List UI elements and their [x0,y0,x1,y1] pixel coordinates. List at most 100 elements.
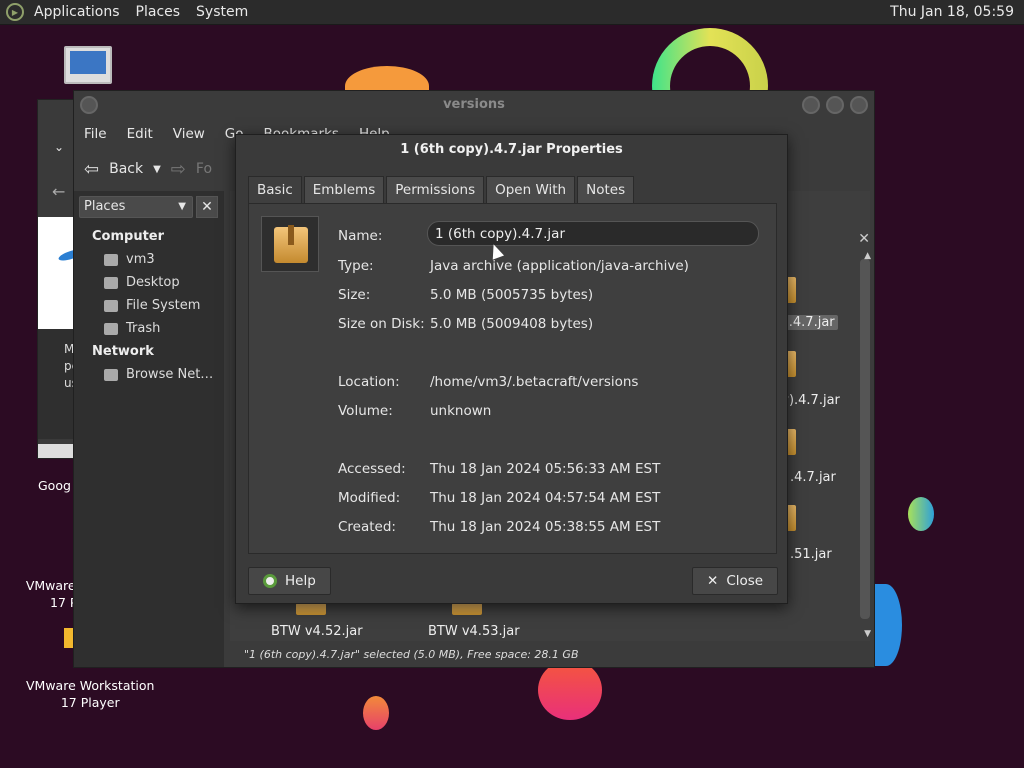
menu-file[interactable]: File [84,126,107,142]
close-button[interactable]: ✕ Close [692,567,779,595]
desktop-folder-icon [104,276,118,289]
places-selector-label: Places [84,199,126,214]
forward-button[interactable]: Fo [196,161,212,177]
wallpaper-small-blob [363,696,389,730]
sidebar-item-file-system[interactable]: File System [104,298,200,313]
window-controls [802,96,868,114]
top-panel: ▶ Applications Places System Thu Jan 18,… [0,0,1024,25]
places-selector[interactable]: Places ▼ [79,196,193,218]
back-history-chevron-icon[interactable]: ▼ [153,164,161,175]
desktop-icon-label: VMware [25,578,76,593]
home-folder-icon [104,253,118,266]
desktop-icon-label: 17 Player [60,695,120,710]
trash-icon [104,322,118,335]
back-arrow-icon: ⇦ [84,158,100,180]
type-label: Type: [338,258,374,274]
minimize-button[interactable] [802,96,820,114]
maximize-button[interactable] [826,96,844,114]
created-label: Created: [338,519,396,535]
accessed-label: Accessed: [338,461,406,477]
tab-emblems[interactable]: Emblems [303,176,385,203]
computer-icon[interactable] [64,46,112,84]
sidebar-item-label: Trash [126,321,161,336]
sidebar-heading-computer: Computer [92,229,165,244]
modified-label: Modified: [338,490,401,506]
chevron-down-icon: ▼ [178,201,186,212]
back-button[interactable]: Back [109,161,143,177]
sidebar-item-desktop[interactable]: Desktop [104,275,180,290]
size-label: Size: [338,287,371,303]
distro-logo-icon[interactable]: ▶ [6,3,24,21]
desktop-icon-label: VMware Workstation [26,678,155,693]
sidebar-item-label: vm3 [126,252,155,267]
back-arrow-icon[interactable]: ← [52,182,65,201]
desktop-icon-vmware[interactable]: VMware 17 P [24,577,78,611]
file-item-label[interactable]: .51.jar [790,547,832,562]
vertical-scrollbar[interactable] [860,259,870,619]
accessed-value: Thu 18 Jan 2024 05:56:33 AM EST [430,461,661,477]
desktop-icon-google[interactable]: Goog [38,477,71,494]
volume-label: Volume: [338,403,393,419]
jar-file-icon [452,603,482,615]
file-item-label[interactable]: BTW v4.52.jar [271,624,363,639]
help-button-label: Help [285,573,316,589]
close-pane-icon[interactable]: ✕ [858,231,870,247]
type-value: Java archive (application/java-archive) [430,258,689,274]
dialog-title: 1 (6th copy).4.7.jar Properties [400,142,623,157]
sidebar-item-trash[interactable]: Trash [104,321,160,336]
applications-menu[interactable]: Applications [28,4,126,20]
sidebar-item-vm3[interactable]: vm3 [104,252,155,267]
wallpaper-pink-blob [538,660,602,720]
modified-value: Thu 18 Jan 2024 04:57:54 AM EST [430,490,661,506]
help-button[interactable]: Help [248,567,331,595]
menu-view[interactable]: View [173,126,205,142]
window-menu-button[interactable] [80,96,98,114]
sidebar-item-label: Browse Net… [126,367,214,382]
window-menu-icon[interactable]: ⌄ [54,140,64,154]
forward-arrow-icon[interactable]: ⇨ [171,159,186,180]
created-value: Thu 18 Jan 2024 05:38:55 AM EST [430,519,661,535]
desktop-icon-label: 17 P [50,595,78,610]
basic-tab-panel: Name: Type: Java archive (application/ja… [248,203,777,554]
jar-file-icon [296,603,326,615]
file-item-label[interactable]: .4.7.jar [790,470,836,485]
name-field[interactable] [427,221,759,246]
size-on-disk-label: Size on Disk: [338,316,425,332]
sidebar-item-label: Desktop [126,275,180,290]
tab-permissions[interactable]: Permissions [386,176,485,203]
volume-value: unknown [430,403,492,419]
size-on-disk-value: 5.0 MB (5009408 bytes) [430,316,594,332]
places-menu[interactable]: Places [130,4,187,20]
location-label: Location: [338,374,400,390]
tab-basic[interactable]: Basic [248,176,302,203]
close-window-button[interactable] [850,96,868,114]
wallpaper-green-blob [908,497,934,531]
close-sidebar-button[interactable]: ✕ [196,196,218,218]
sidebar-item-browse-network[interactable]: Browse Net… [104,367,213,382]
system-menu[interactable]: System [190,4,254,20]
tab-bar: Basic Emblems Permissions Open With Note… [248,176,635,203]
tab-open-with[interactable]: Open With [486,176,576,203]
sidebar: Places ▼ ✕ Computer vm3 Desktop File Sys… [74,191,224,667]
scroll-down-icon[interactable]: ▼ [864,629,871,639]
window-title: versions [443,97,505,112]
network-icon [104,368,118,381]
location-value: /home/vm3/.betacraft/versions [430,374,639,390]
close-button-label: Close [726,573,764,589]
properties-dialog[interactable]: 1 (6th copy).4.7.jar Properties Basic Em… [235,134,788,604]
help-icon [263,574,277,588]
panel-clock[interactable]: Thu Jan 18, 05:59 [890,4,1018,20]
sidebar-heading-network: Network [92,344,154,359]
file-item-label[interactable]: BTW v4.53.jar [428,624,520,639]
menu-edit[interactable]: Edit [127,126,153,142]
tab-notes[interactable]: Notes [577,176,635,203]
status-bar: "1 (6th copy).4.7.jar" selected (5.0 MB)… [244,648,579,661]
desktop-icon-vmware-player[interactable]: VMware Workstation 17 Player [26,677,154,711]
size-value: 5.0 MB (5005735 bytes) [430,287,594,303]
name-label: Name: [338,228,383,244]
scroll-up-icon[interactable]: ▲ [864,251,871,261]
close-icon: ✕ [707,573,719,589]
sidebar-item-label: File System [126,298,201,313]
jar-package-icon[interactable] [261,216,319,272]
drive-icon [104,299,118,312]
